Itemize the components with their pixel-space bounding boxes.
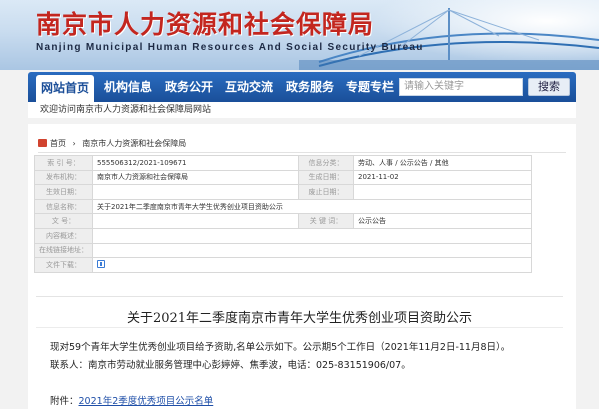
abolish-date-label: 废止日期： xyxy=(298,184,354,200)
file-download-label: 文件下载： xyxy=(34,257,93,273)
article-divider xyxy=(36,327,563,328)
keywords-value: 公示公告 xyxy=(353,213,532,229)
nav-gov-service[interactable]: 政务服务 xyxy=(282,72,338,102)
welcome-text: 欢迎访问南京市人力资源和社会保障局网站 xyxy=(28,102,576,118)
home-icon xyxy=(38,139,47,147)
effective-date-label: 生效日期： xyxy=(34,184,93,200)
breadcrumb-divider xyxy=(38,152,566,153)
site-title: 南京市人力资源和社会保障局 xyxy=(36,10,375,39)
info-category-label: 信息分类： xyxy=(298,155,354,171)
info-name-label: 信息名称： xyxy=(34,198,93,215)
search-input[interactable]: 请输入关键字 xyxy=(399,78,523,96)
nav-org-info[interactable]: 机构信息 xyxy=(100,72,156,102)
generated-date-label: 生成日期： xyxy=(298,169,354,186)
info-category-value: 劳动、人事 / 公示公告 / 其他 xyxy=(353,155,532,171)
index-label: 索 引 号： xyxy=(34,155,93,171)
breadcrumb-separator: › xyxy=(72,139,76,148)
nav-interaction[interactable]: 互动交流 xyxy=(221,72,277,102)
nav-home[interactable]: 网站首页 xyxy=(36,75,94,102)
index-value: 555506312/2021-109671 xyxy=(92,155,299,171)
article-paragraph-1: 现对59个青年大学生优秀创业项目给予资助,名单公示如下。公示期5个工作日（202… xyxy=(50,342,511,353)
nav-special[interactable]: 专题专栏 xyxy=(342,72,398,102)
doc-number-label: 文 号： xyxy=(34,213,93,229)
attachment-row: 附件：2021年2季度优秀项目公示名单 xyxy=(50,393,213,407)
publisher-label: 发布机构： xyxy=(34,169,93,186)
summary-value xyxy=(92,227,532,244)
generated-date-value: 2021-11-02 xyxy=(353,169,532,186)
breadcrumb-home[interactable]: 首页 xyxy=(50,139,66,148)
site-subtitle: Nanjing Municipal Human Resources And So… xyxy=(36,42,424,53)
article: 关于2021年二季度南京市青年大学生优秀创业项目资助公示 现对59个青年大学生优… xyxy=(36,296,563,409)
effective-date-value xyxy=(92,184,299,200)
article-title: 关于2021年二季度南京市青年大学生优秀创业项目资助公示 xyxy=(126,311,473,326)
summary-label: 内容概述： xyxy=(34,227,93,244)
abolish-date-value xyxy=(353,184,532,200)
online-address-value xyxy=(92,242,532,259)
attachment-link[interactable]: 2021年2季度优秀项目公示名单 xyxy=(79,396,214,407)
publisher-value: 南京市人力资源和社会保障局 xyxy=(92,169,299,186)
info-name-value: 关于2021年二季度南京市青年大学生优秀创业项目资助公示 xyxy=(92,198,532,215)
doc-number-value xyxy=(92,213,299,229)
info-metadata-table: 索 引 号： 555506312/2021-109671 信息分类： 劳动、人事… xyxy=(34,155,532,273)
keywords-label: 关 键 词： xyxy=(298,213,354,229)
article-paragraph-2: 联系人：南京市劳动就业服务管理中心彭婷婷、焦季波，电话：025-83151906… xyxy=(50,360,411,371)
file-download-cell xyxy=(92,257,532,273)
search-button[interactable]: 搜索 xyxy=(528,78,570,96)
breadcrumb: 首页 › 南京市人力资源和社会保障局 xyxy=(38,138,186,149)
online-address-label: 在线链接地址： xyxy=(34,242,93,259)
main-nav: 网站首页 机构信息 政务公开 互动交流 政务服务 专题专栏 请输入关键字 搜索 xyxy=(28,72,576,102)
nav-gov-open[interactable]: 政务公开 xyxy=(161,72,217,102)
attachment-label: 附件： xyxy=(50,396,79,407)
download-icon[interactable] xyxy=(97,260,105,269)
breadcrumb-current[interactable]: 南京市人力资源和社会保障局 xyxy=(82,139,186,148)
header-banner: 南京市人力资源和社会保障局 Nanjing Municipal Human Re… xyxy=(0,0,599,70)
